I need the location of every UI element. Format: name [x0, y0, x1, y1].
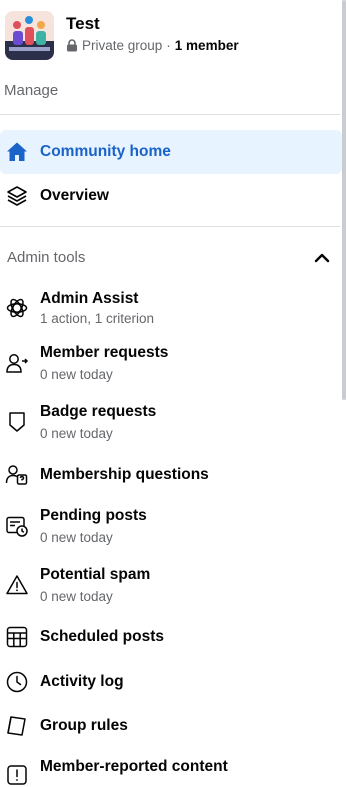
tool-badge-requests-label: Badge requests — [40, 403, 157, 420]
tool-admin-assist[interactable]: Admin Assist 1 action, 1 criterion — [0, 287, 340, 333]
nav-community-home[interactable]: Community home — [0, 130, 342, 174]
admin-tools-heading: Admin tools — [7, 249, 86, 266]
tool-pending-posts[interactable]: Pending posts 0 new today — [0, 504, 340, 550]
group-meta: Private group · 1 member — [66, 38, 239, 53]
tool-potential-spam-sub: 0 new today — [40, 589, 113, 604]
group-member-count[interactable]: 1 member — [175, 38, 239, 53]
admin-tools-header[interactable]: Admin tools — [0, 243, 340, 273]
tool-scheduled-posts-label: Scheduled posts — [40, 628, 165, 645]
chevron-up-icon[interactable] — [314, 251, 330, 265]
group-privacy: Private group — [82, 38, 163, 53]
tool-member-requests-sub: 0 new today — [40, 367, 113, 382]
tool-member-requests-label: Member requests — [40, 344, 169, 361]
clock-icon — [6, 671, 28, 693]
warning-icon — [6, 575, 28, 595]
group-header: Test Private group · 1 member — [0, 0, 347, 72]
tool-potential-spam-label: Potential spam — [40, 566, 151, 583]
group-name[interactable]: Test — [66, 14, 100, 34]
scrollbar[interactable] — [342, 0, 346, 400]
tool-membership-questions[interactable]: Membership questions — [0, 463, 340, 489]
calendar-grid-icon — [6, 626, 28, 648]
divider — [0, 226, 340, 227]
member-request-icon — [6, 354, 29, 373]
questions-icon — [5, 465, 28, 485]
tool-badge-requests[interactable]: Badge requests 0 new today — [0, 400, 340, 446]
nav-overview[interactable]: Overview — [0, 174, 342, 218]
meta-separator: · — [166, 38, 171, 53]
tool-member-requests[interactable]: Member requests 0 new today — [0, 341, 340, 387]
nav-community-home-label: Community home — [40, 143, 171, 160]
lock-icon — [67, 39, 77, 52]
tool-scheduled-posts[interactable]: Scheduled posts — [0, 625, 340, 651]
admin-assist-icon — [6, 298, 28, 318]
tool-admin-assist-sub: 1 action, 1 criterion — [40, 311, 155, 326]
nav-overview-label: Overview — [40, 187, 109, 204]
tool-pending-posts-label: Pending posts — [40, 507, 147, 524]
tool-potential-spam[interactable]: Potential spam 0 new today — [0, 563, 340, 609]
tool-pending-posts-sub: 0 new today — [40, 530, 113, 545]
manage-heading: Manage — [4, 82, 59, 99]
pending-posts-icon — [6, 516, 28, 537]
report-icon — [7, 765, 27, 785]
tool-activity-log-label: Activity log — [40, 673, 124, 690]
tool-member-reported-content-label: Member-reported content — [40, 758, 228, 775]
home-icon — [7, 142, 27, 161]
group-cover-thumbnail[interactable] — [5, 11, 54, 60]
tool-group-rules-label: Group rules — [40, 717, 128, 734]
badge-icon — [9, 412, 25, 432]
layers-icon — [7, 186, 27, 206]
tool-member-reported-content[interactable]: Member-reported content — [0, 755, 340, 785]
rules-book-icon — [7, 716, 26, 736]
tool-activity-log[interactable]: Activity log — [0, 670, 340, 696]
divider — [0, 114, 340, 115]
tool-badge-requests-sub: 0 new today — [40, 426, 113, 441]
tool-admin-assist-label: Admin Assist — [40, 290, 139, 307]
tool-membership-questions-label: Membership questions — [40, 466, 209, 483]
tool-group-rules[interactable]: Group rules — [0, 714, 340, 740]
